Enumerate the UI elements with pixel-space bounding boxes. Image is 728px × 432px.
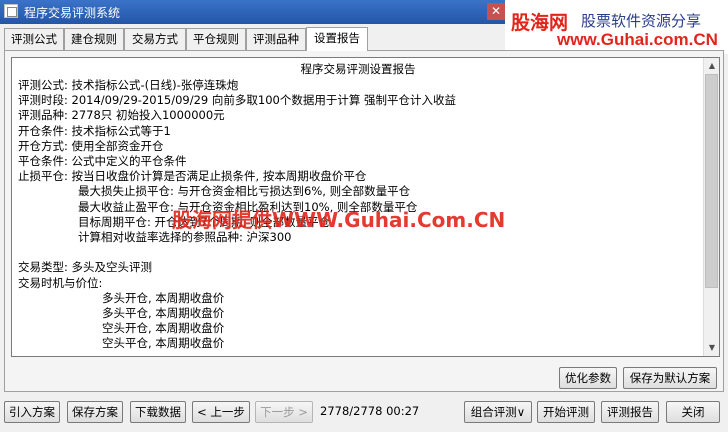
save-scheme-button[interactable]: 保存方案 <box>67 401 123 423</box>
report-line: 多头平仓, 本周期收盘价 <box>102 306 225 320</box>
watermark-logo: 股海网 股票软件资源分享 www.Guhai.com.CN <box>505 0 728 54</box>
watermark-slogan: 股票软件资源分享 <box>581 12 702 30</box>
close-button[interactable]: 关闭 <box>666 401 720 423</box>
scroll-thumb[interactable] <box>705 74 718 288</box>
optimize-params-button[interactable]: 优化参数 <box>559 367 617 389</box>
report-title: 程序交易评测设置报告 <box>300 62 416 76</box>
report-line: 空头平仓, 本周期收盘价 <box>102 336 225 351</box>
report-line: 交易类型: 多头及空头评测 <box>18 260 153 275</box>
report-line: 评测公式: 技术指标公式-(日线)-张停连珠炮 <box>18 78 239 92</box>
eval-report-button[interactable]: 评测报告 <box>601 401 659 423</box>
report-line: 止损平仓: 按当日收盘价计算是否满足止损条件, 按本周期收盘价平仓 <box>18 169 367 184</box>
next-step-button[interactable]: 下一步 > <box>255 401 313 423</box>
report-line: 多头开仓, 本周期收盘价 <box>102 290 225 305</box>
tab-trade-mode[interactable]: 交易方式 <box>124 28 186 50</box>
combo-eval-dropdown[interactable]: 组合评测∨ <box>464 401 532 423</box>
vertical-scrollbar[interactable]: ▲ ▼ <box>703 58 719 356</box>
report-line: 空头开仓, 本周期收盘价 <box>102 321 225 336</box>
close-window-icon[interactable]: ✕ <box>487 3 505 20</box>
save-as-default-button[interactable]: 保存为默认方案 <box>623 367 717 389</box>
tab-formula[interactable]: 评测公式 <box>4 28 64 50</box>
scroll-up-icon[interactable]: ▲ <box>704 58 719 74</box>
app-icon <box>4 4 18 18</box>
tab-settings-report[interactable]: 设置报告 <box>306 27 368 51</box>
import-scheme-button[interactable]: 引入方案 <box>4 401 60 423</box>
report-line: 开仓条件: 技术指标公式等于1 <box>18 123 171 138</box>
watermark-url: www.Guhai.com.CN <box>557 30 718 49</box>
watermark-overlay-text: 股海网提供WWW.Guhai.Com.CN <box>172 208 506 232</box>
start-eval-button[interactable]: 开始评测 <box>537 401 595 423</box>
scroll-down-icon[interactable]: ▼ <box>704 340 719 356</box>
report-line: 最大损失止损平仓: 与开仓资金相比亏损达到6%, 则全部数量平仓 <box>78 184 411 199</box>
download-data-button[interactable]: 下载数据 <box>130 401 186 423</box>
tab-instruments[interactable]: 评测品种 <box>246 28 306 50</box>
window-title: 程序交易评测系统 <box>24 6 121 20</box>
report-line: 评测时段: 2014/09/29-2015/09/29 向前多取100个数据用于… <box>18 93 457 108</box>
progress-status: 2778/2778 00:27 <box>320 404 420 418</box>
report-line: 平仓条件: 公式中定义的平仓条件 <box>18 154 187 168</box>
prev-step-button[interactable]: < 上一步 <box>192 401 250 423</box>
tab-open-rules[interactable]: 建仓规则 <box>64 28 124 50</box>
report-line: 开仓方式: 使用全部资金开仓 <box>18 138 164 153</box>
report-line: 交易时机与价位: <box>18 275 103 290</box>
report-line: 评测品种: 2778只 初始投入1000000元 <box>18 108 225 123</box>
tab-close-rules[interactable]: 平仓规则 <box>186 28 246 50</box>
